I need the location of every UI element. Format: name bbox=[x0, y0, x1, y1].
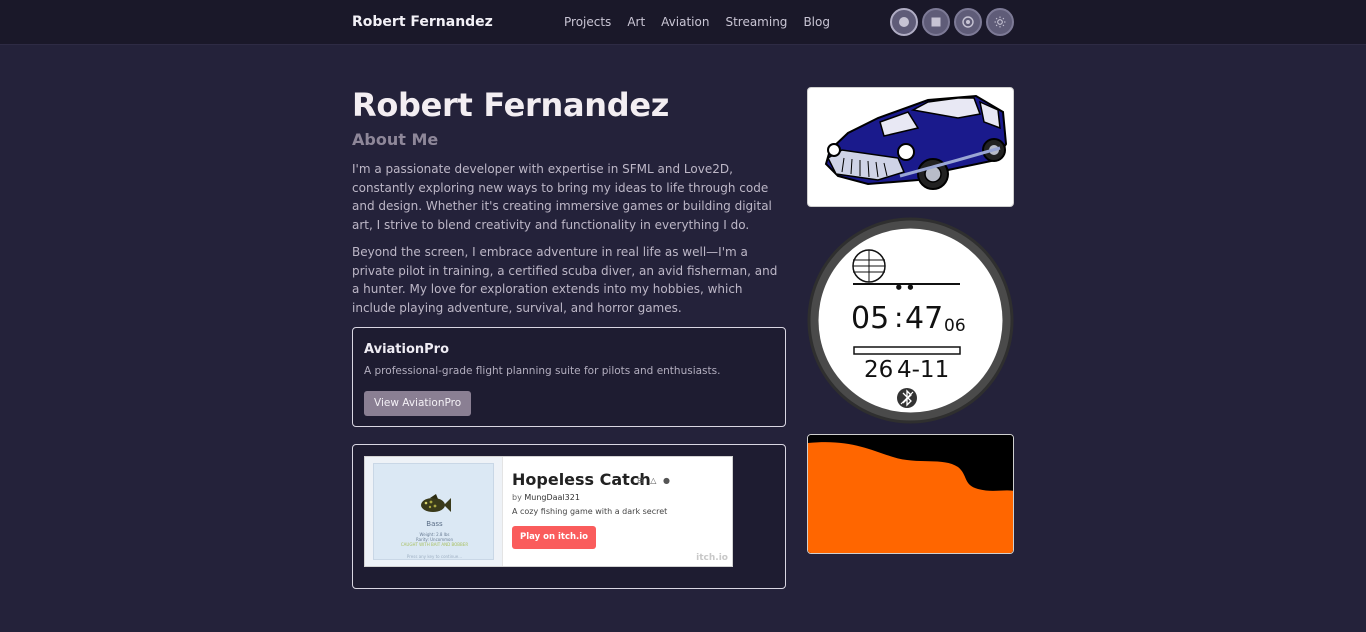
fish-icon bbox=[421, 494, 451, 512]
fish-hint: Press any key to continue... bbox=[406, 554, 463, 559]
itch-logo[interactable]: itch.io bbox=[696, 553, 728, 563]
watch-hours: 05 bbox=[851, 301, 890, 336]
game-thumbnail[interactable]: Bass Weight: 2.8 lbs Rarity: Uncommon CA… bbox=[365, 457, 503, 566]
sun-theme-icon bbox=[994, 16, 1006, 28]
nav-link-projects[interactable]: Projects bbox=[564, 15, 611, 29]
platform-icons: ⊞ △ ● bbox=[637, 476, 672, 485]
about-paragraph-1: I'm a passionate developer with expertis… bbox=[352, 162, 772, 232]
game-tagline: A cozy fishing game with a dark secret bbox=[512, 507, 668, 516]
game-author[interactable]: MungDaal321 bbox=[524, 493, 580, 502]
card-description: A professional-grade flight planning sui… bbox=[364, 365, 721, 377]
globe-theme-icon bbox=[962, 16, 974, 28]
card-title: AviationPro bbox=[364, 342, 450, 357]
theme-globe-button[interactable] bbox=[954, 8, 982, 36]
view-aviationpro-button[interactable]: View AviationPro bbox=[364, 391, 472, 416]
brand-name[interactable]: Robert Fernandez bbox=[352, 14, 493, 30]
theme-square-button[interactable] bbox=[922, 8, 950, 36]
car-art-image bbox=[807, 87, 1014, 207]
page-title: Robert Fernandez bbox=[352, 86, 670, 124]
fish-note: CAUGHT WITH BAIT AND BOBBER bbox=[400, 542, 469, 547]
watch-separator: : bbox=[894, 301, 904, 334]
itch-embed[interactable]: Bass Weight: 2.8 lbs Rarity: Uncommon CA… bbox=[364, 456, 733, 567]
circle-theme-icon bbox=[899, 17, 909, 27]
nav-link-art[interactable]: Art bbox=[627, 15, 645, 29]
globe-icon bbox=[852, 249, 886, 283]
itch-card: Bass Weight: 2.8 lbs Rarity: Uncommon CA… bbox=[352, 444, 786, 589]
bluetooth-off-icon bbox=[897, 388, 917, 408]
abstract-art-image bbox=[807, 434, 1014, 554]
game-title[interactable]: Hopeless Catch bbox=[512, 470, 651, 489]
nav-link-blog[interactable]: Blog bbox=[803, 15, 830, 29]
watch-date-day: 26 bbox=[864, 357, 894, 383]
about-paragraph-2: Beyond the screen, I embrace adventure i… bbox=[352, 245, 778, 315]
thumbnail-scene: Bass Weight: 2.8 lbs Rarity: Uncommon CA… bbox=[373, 463, 494, 560]
by-label: by bbox=[512, 493, 522, 502]
orange-wave-illustration bbox=[808, 435, 1013, 553]
about-heading: About Me bbox=[352, 130, 439, 149]
theme-sun-button[interactable] bbox=[986, 8, 1014, 36]
fish-name: Bass bbox=[426, 520, 443, 528]
nav-links: Projects Art Aviation Streaming Blog bbox=[564, 15, 846, 29]
aviationpro-card: AviationPro A professional-grade flight … bbox=[352, 327, 786, 427]
nav-link-streaming[interactable]: Streaming bbox=[725, 15, 787, 29]
navbar: Robert Fernandez Projects Art Aviation S… bbox=[0, 0, 1366, 45]
watch-seconds: 06 bbox=[944, 316, 966, 336]
watch-status-glyph: •• bbox=[894, 279, 918, 297]
watch-minutes: 47 bbox=[905, 301, 944, 336]
play-on-itch-button[interactable]: Play on itch.io bbox=[512, 526, 597, 549]
theme-circle-button[interactable] bbox=[890, 8, 918, 36]
classic-car-illustration bbox=[824, 94, 1008, 190]
square-theme-icon bbox=[931, 17, 941, 27]
watch-face-widget: •• 05 : 47 06 26 4-11 bbox=[807, 217, 1014, 424]
game-byline: by MungDaal321 bbox=[512, 493, 580, 502]
nav-link-aviation[interactable]: Aviation bbox=[661, 15, 709, 29]
theme-switcher bbox=[890, 8, 1014, 36]
watch-date-month: 4-11 bbox=[897, 357, 950, 383]
